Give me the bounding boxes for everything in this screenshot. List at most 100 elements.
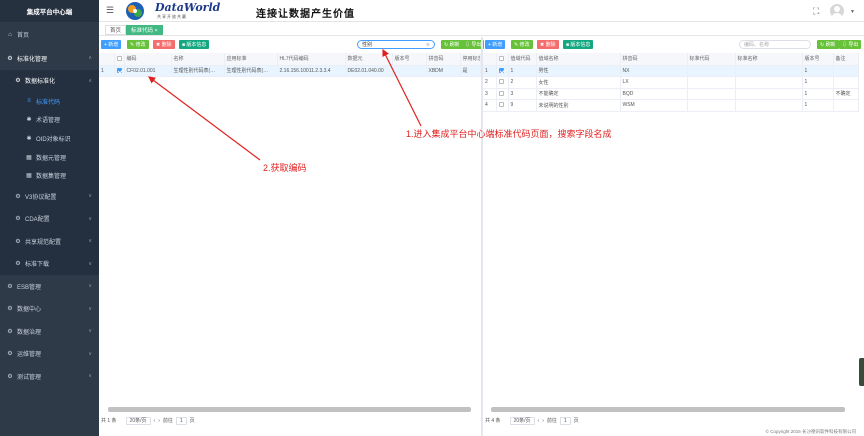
- page-size-select[interactable]: 20条/页: [509, 416, 535, 425]
- side-drawer-handle[interactable]: [859, 358, 864, 386]
- row-checkbox[interactable]: [496, 65, 509, 77]
- column-header[interactable]: 版本号: [392, 53, 427, 66]
- sidebar-item-test[interactable]: ⚙ 测试管理 ∨: [0, 365, 99, 388]
- sidebar-item-cda[interactable]: ⚙ CDA配置 ∨: [0, 207, 99, 230]
- right-delete-button[interactable]: ✖ 删除: [537, 40, 559, 49]
- tab-standard-code[interactable]: 标准代码 ×: [126, 25, 163, 35]
- name-cell: 不能确定: [536, 88, 621, 100]
- fullscreen-icon[interactable]: ⛶: [813, 6, 819, 17]
- sidebar-item-ops[interactable]: ⚙ 运维管理 ∨: [0, 342, 99, 365]
- row-checkbox[interactable]: [114, 65, 125, 77]
- goto-label: 前往: [162, 418, 173, 424]
- column-header[interactable]: 应用标准: [224, 53, 278, 66]
- next-page-icon[interactable]: ›: [542, 418, 544, 424]
- right-refresh-button[interactable]: ↻ 刷新: [817, 40, 839, 49]
- code-cell: 1: [508, 65, 537, 77]
- column-header[interactable]: 数据元: [345, 53, 393, 66]
- menu-toggle-icon[interactable]: ☰: [106, 6, 114, 15]
- sidebar-item-governance[interactable]: ⚙ 数据治理 ∨: [0, 320, 99, 343]
- clear-icon[interactable]: ⊗: [426, 42, 430, 48]
- column-header[interactable]: 标准代码: [687, 53, 736, 66]
- left-horizontal-scrollbar[interactable]: [108, 407, 471, 412]
- name-cell: 女性: [536, 76, 621, 89]
- sidebar-item-label: 数据集管理: [36, 174, 67, 181]
- sidebar-item-data-element[interactable]: ▦ 数据元管理: [0, 148, 99, 167]
- chevron-down-icon: ∨: [88, 283, 92, 290]
- table-row[interactable]: 4 9 未说明的性别 WSM 1: [483, 99, 859, 112]
- std-code-cell: [687, 76, 736, 89]
- gear-icon: ⚙: [7, 283, 13, 290]
- left-delete-button[interactable]: ✖ 删除: [153, 40, 175, 49]
- sidebar-item-esb[interactable]: ⚙ ESB管理 ∨: [0, 275, 99, 298]
- table-row[interactable]: 1 CF02.01.001 生理性别代码表(… 生理性别代码表(… 2.16.1…: [99, 65, 481, 77]
- tab-home[interactable]: 首页: [105, 25, 127, 35]
- avatar[interactable]: [830, 4, 844, 18]
- sidebar-submenu: ⚙ 数据标准化 ∧ ≡ 标准代码 ✱ 术语管理 ✱ OID对象标识 ▦ 数据元管…: [0, 69, 99, 275]
- sidebar-item-label: 数据标准化: [25, 79, 56, 86]
- row-checkbox[interactable]: [496, 99, 509, 112]
- sidebar-title: 集成平台中心端: [0, 0, 99, 22]
- table-row[interactable]: 2 2 女性 LX 1: [483, 76, 859, 89]
- row-number: 1: [483, 65, 497, 77]
- left-search-input[interactable]: 性别 ⊗: [357, 40, 435, 49]
- right-version-button[interactable]: ■ 版本信息: [563, 40, 594, 49]
- column-header[interactable]: 备注: [833, 53, 859, 66]
- row-checkbox[interactable]: [496, 88, 509, 100]
- left-edit-button[interactable]: ✎ 修改: [127, 40, 149, 49]
- sidebar-item-standardization[interactable]: ⚙ 标准化管理 ∧: [0, 47, 99, 70]
- column-header[interactable]: 版本号: [802, 53, 834, 66]
- sidebar-item-label: 运维管理: [17, 352, 42, 359]
- sidebar-item-data-standardization[interactable]: ⚙ 数据标准化 ∧: [0, 70, 99, 93]
- sidebar-item-share-spec[interactable]: ⚙ 共享规范配置 ∨: [0, 230, 99, 253]
- chevron-up-icon: ∧: [88, 55, 92, 62]
- sidebar-item-terminology[interactable]: ✱ 术语管理: [0, 111, 99, 130]
- left-refresh-button[interactable]: ↻ 刷新: [441, 40, 463, 49]
- standard-code-table: 编码 名称 应用标准 HL7代码编码 数据元 版本号 拼音码 停用标志 1 CF…: [99, 53, 481, 77]
- row-checkbox[interactable]: [496, 76, 509, 89]
- column-header[interactable]: 编码: [124, 53, 172, 66]
- column-header[interactable]: 拼音码: [620, 53, 688, 66]
- column-header[interactable]: 值域名称: [536, 53, 621, 66]
- select-all-checkbox[interactable]: [114, 53, 125, 66]
- chevron-down-icon: ∨: [88, 373, 92, 380]
- sidebar-item-home[interactable]: ⌂ 首页: [0, 22, 99, 47]
- goto-page-input[interactable]: 1: [559, 416, 571, 425]
- std-code-cell: [687, 99, 736, 112]
- right-export-button[interactable]: ⇩ 导出: [839, 40, 862, 49]
- sidebar-item-label: 数据中心: [17, 307, 42, 314]
- sidebar-item-data-center[interactable]: ⚙ 数据中心 ∨: [0, 297, 99, 320]
- page-size-select[interactable]: 20条/页: [125, 416, 151, 425]
- right-search-input[interactable]: 编码、名称: [739, 40, 811, 49]
- chevron-up-icon: ∧: [88, 77, 92, 84]
- column-header[interactable]: 名称: [171, 53, 225, 66]
- column-header[interactable]: 停用标志: [460, 53, 481, 66]
- right-edit-button[interactable]: ✎ 修改: [511, 40, 533, 49]
- gear-icon: ⚙: [7, 373, 13, 380]
- chevron-down-icon[interactable]: ▼: [850, 9, 855, 15]
- next-page-icon[interactable]: ›: [158, 418, 160, 424]
- sidebar-item-oid[interactable]: ✱ OID对象标识: [0, 129, 99, 148]
- right-horizontal-scrollbar[interactable]: [491, 407, 845, 412]
- sidebar-item-dataset[interactable]: ▦ 数据集管理: [0, 166, 99, 185]
- sidebar-item-v3[interactable]: ⚙ V3协议配置 ∨: [0, 185, 99, 208]
- sidebar-item-label: 标准代码: [36, 99, 61, 106]
- column-header[interactable]: 标准名称: [735, 53, 803, 66]
- home-icon: ⌂: [8, 31, 12, 38]
- sidebar-item-download[interactable]: ⚙ 标准下载 ∨: [0, 252, 99, 275]
- right-add-button[interactable]: + 新增: [485, 40, 506, 49]
- left-version-button[interactable]: ■ 版本信息: [179, 40, 210, 49]
- copyright-text: © Copyright 2016 长沙德讯软件科技有限公司: [765, 429, 856, 434]
- table-row[interactable]: 3 3 不能确定 BQD 1 不确定: [483, 88, 859, 100]
- column-header[interactable]: 值域代码: [508, 53, 537, 66]
- left-add-button[interactable]: + 新增: [101, 40, 122, 49]
- prev-page-icon[interactable]: ‹: [154, 418, 156, 424]
- name-cell: 未说明的性别: [536, 99, 621, 112]
- select-all-checkbox[interactable]: [496, 53, 509, 66]
- sidebar-item-standard-code[interactable]: ≡ 标准代码: [0, 92, 99, 111]
- table-row[interactable]: 1 1 男性 NX 1: [483, 65, 859, 77]
- goto-page-input[interactable]: 1: [175, 416, 187, 425]
- grid-icon: ▦: [26, 154, 32, 161]
- column-header[interactable]: HL7代码编码: [277, 53, 346, 66]
- prev-page-icon[interactable]: ‹: [538, 418, 540, 424]
- column-header[interactable]: 拼音码: [426, 53, 461, 66]
